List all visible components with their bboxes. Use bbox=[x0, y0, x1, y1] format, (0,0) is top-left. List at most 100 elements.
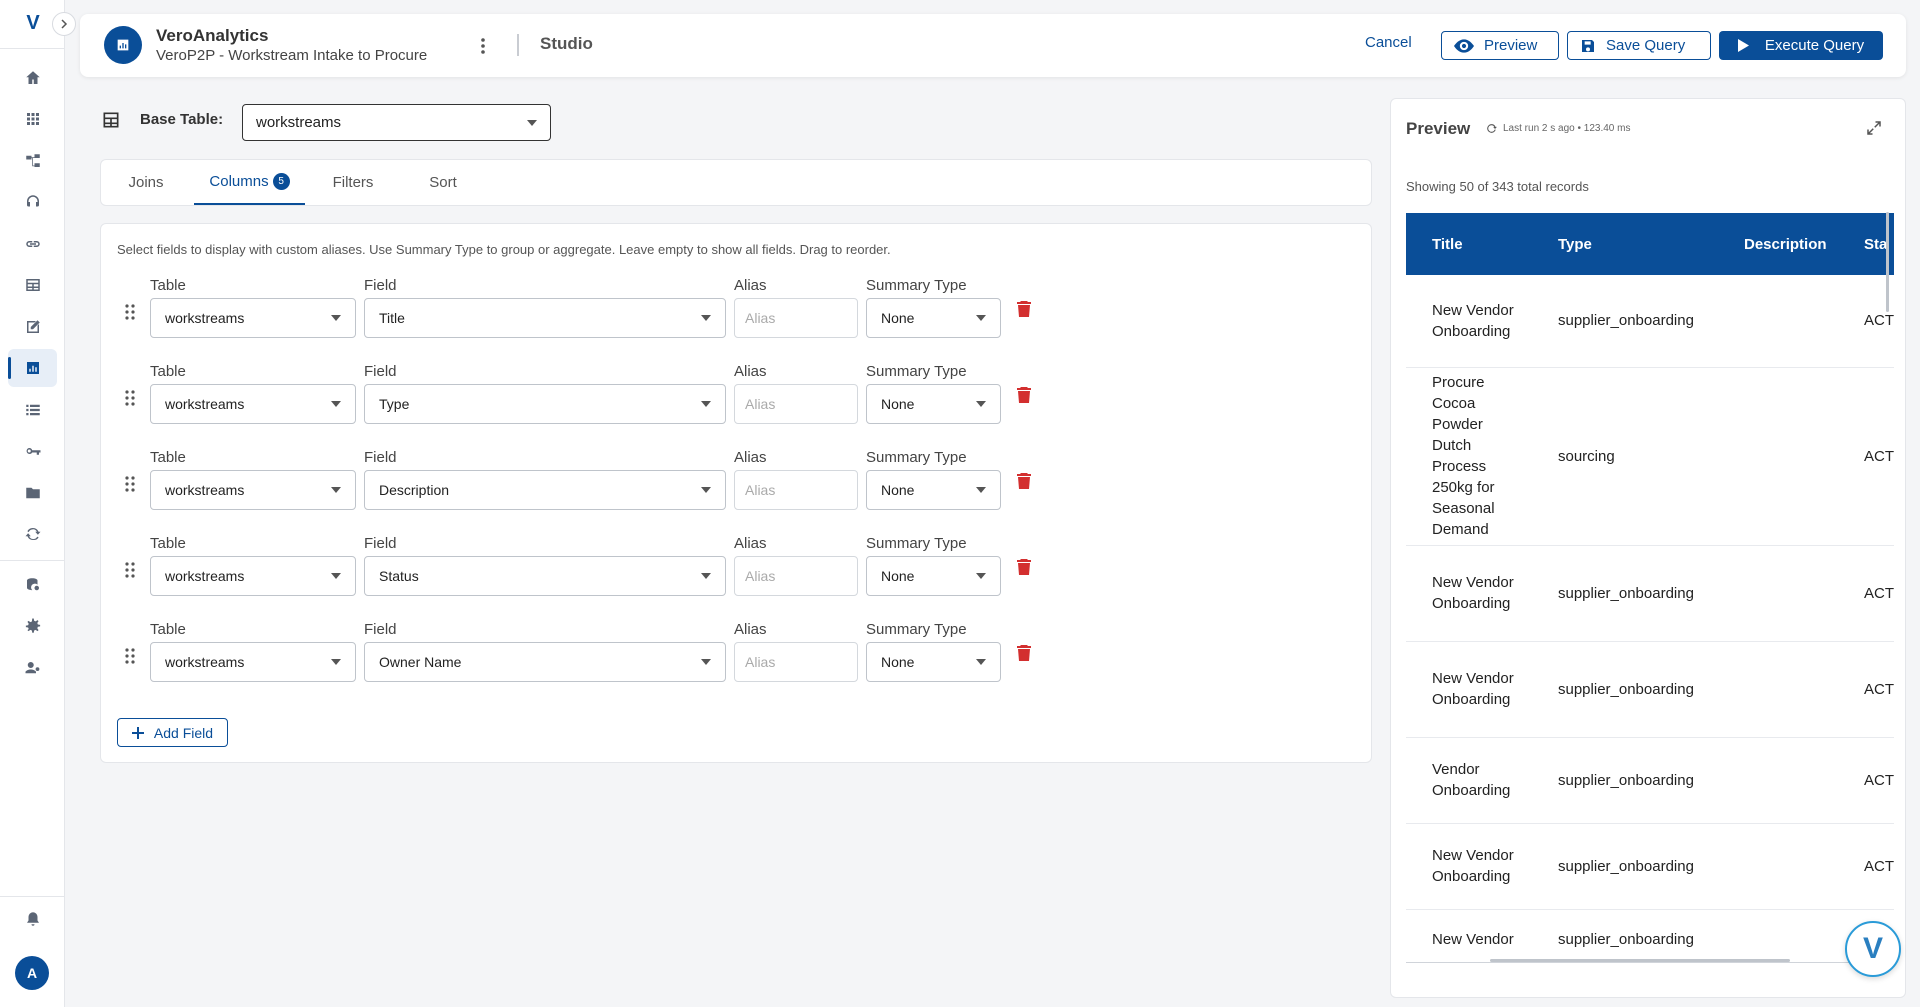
last-run-info: Last run 2 s ago • 123.40 ms bbox=[1485, 122, 1630, 135]
database-settings-icon[interactable] bbox=[8, 566, 57, 604]
table-row[interactable]: Procure Cocoa Powder Dutch Process 250kg… bbox=[1406, 367, 1894, 546]
horizontal-scrollbar[interactable] bbox=[1490, 959, 1790, 962]
alias-input[interactable] bbox=[734, 470, 858, 510]
table-select[interactable]: workstreams bbox=[150, 470, 356, 510]
summary-type-value: None bbox=[881, 654, 915, 670]
base-table-select[interactable]: workstreams bbox=[242, 104, 551, 141]
field-select[interactable]: Owner Name bbox=[364, 642, 726, 682]
refresh-icon[interactable] bbox=[1485, 122, 1498, 135]
cell-type: supplier_onboarding bbox=[1532, 823, 1718, 910]
table-select[interactable]: workstreams bbox=[150, 642, 356, 682]
tab-filters[interactable]: Filters bbox=[323, 160, 383, 205]
table-row[interactable]: New Vendor supplier_onboarding bbox=[1406, 909, 1894, 962]
summary-type-select[interactable]: None bbox=[866, 298, 1001, 338]
vertical-scrollbar[interactable] bbox=[1886, 212, 1889, 312]
apps-icon[interactable] bbox=[8, 100, 57, 138]
table-select[interactable]: workstreams bbox=[150, 298, 356, 338]
summary-type-value: None bbox=[881, 396, 915, 412]
alias-label: Alias bbox=[734, 363, 767, 380]
field-select[interactable]: Status bbox=[364, 556, 726, 596]
alias-input[interactable] bbox=[734, 556, 858, 596]
tab-joins[interactable]: Joins bbox=[116, 160, 176, 205]
key-icon[interactable] bbox=[8, 432, 57, 470]
sync-icon[interactable] bbox=[8, 515, 57, 553]
tab-columns[interactable]: Columns 5 bbox=[194, 160, 305, 205]
header-divider bbox=[517, 34, 519, 56]
add-field-button[interactable]: Add Field bbox=[117, 718, 228, 747]
cell-description bbox=[1718, 737, 1838, 824]
sidebar-expand-button[interactable] bbox=[52, 12, 76, 36]
list-icon[interactable] bbox=[8, 391, 57, 429]
delete-icon[interactable] bbox=[1017, 473, 1031, 489]
field-select[interactable]: Description bbox=[364, 470, 726, 510]
cell-title: New Vendor Onboarding bbox=[1406, 545, 1532, 642]
link-icon[interactable] bbox=[8, 225, 57, 263]
notifications-icon[interactable] bbox=[8, 900, 57, 938]
table-row[interactable]: Vendor Onboarding supplier_onboarding ACT bbox=[1406, 737, 1894, 824]
cell-type: supplier_onboarding bbox=[1532, 545, 1718, 642]
tab-label: Joins bbox=[128, 174, 164, 191]
preview-title: Preview bbox=[1406, 119, 1471, 138]
field-select[interactable]: Title bbox=[364, 298, 726, 338]
table-label: Table bbox=[150, 363, 186, 380]
drag-handle-icon[interactable] bbox=[125, 476, 135, 492]
column-header-title[interactable]: Title bbox=[1406, 213, 1532, 275]
field-select[interactable]: Type bbox=[364, 384, 726, 424]
delete-icon[interactable] bbox=[1017, 559, 1031, 575]
workflow-icon[interactable] bbox=[8, 142, 57, 180]
support-icon[interactable] bbox=[8, 183, 57, 221]
settings-icon[interactable] bbox=[8, 607, 57, 645]
execute-query-button[interactable]: Execute Query bbox=[1719, 31, 1883, 60]
table-select[interactable]: workstreams bbox=[150, 384, 356, 424]
cell-description bbox=[1718, 823, 1838, 910]
summary-type-select[interactable]: None bbox=[866, 384, 1001, 424]
column-header-type[interactable]: Type bbox=[1532, 213, 1718, 275]
user-settings-icon[interactable] bbox=[8, 649, 57, 687]
summary-type-select[interactable]: None bbox=[866, 642, 1001, 682]
expand-icon[interactable] bbox=[1865, 119, 1883, 137]
drag-handle-icon[interactable] bbox=[125, 304, 135, 320]
tab-sort[interactable]: Sort bbox=[418, 160, 468, 205]
table-row[interactable]: New Vendor Onboarding supplier_onboarding… bbox=[1406, 641, 1894, 738]
drag-handle-icon[interactable] bbox=[125, 648, 135, 664]
assistant-button[interactable]: V bbox=[1845, 921, 1901, 977]
field-label: Field bbox=[364, 621, 397, 638]
analytics-icon[interactable] bbox=[8, 349, 57, 387]
delete-icon[interactable] bbox=[1017, 301, 1031, 317]
workflow-subtitle: VeroP2P - Workstream Intake to Procure bbox=[156, 47, 428, 64]
cell-status: ACT bbox=[1838, 545, 1894, 642]
last-run-text: Last run 2 s ago • 123.40 ms bbox=[1503, 123, 1631, 134]
table-select-value: workstreams bbox=[165, 482, 245, 498]
home-icon[interactable] bbox=[8, 59, 57, 97]
save-query-button[interactable]: Save Query bbox=[1567, 31, 1711, 60]
alias-input[interactable] bbox=[734, 384, 858, 424]
column-header-description[interactable]: Description bbox=[1718, 213, 1838, 275]
cell-type: supplier_onboarding bbox=[1532, 737, 1718, 824]
sidebar-divider bbox=[0, 896, 65, 897]
alias-input[interactable] bbox=[734, 298, 858, 338]
summary-type-select[interactable]: None bbox=[866, 470, 1001, 510]
summary-type-select[interactable]: None bbox=[866, 556, 1001, 596]
caret-down-icon bbox=[701, 401, 711, 407]
field-select-value: Status bbox=[379, 568, 419, 584]
brand-logo[interactable]: V bbox=[22, 12, 44, 34]
caret-down-icon bbox=[331, 315, 341, 321]
avatar[interactable]: A bbox=[15, 956, 49, 990]
table-icon[interactable] bbox=[8, 266, 57, 304]
column-config-row: Table Field Alias Summary Type workstreams St… bbox=[101, 535, 1373, 621]
drag-handle-icon[interactable] bbox=[125, 390, 135, 406]
edit-icon[interactable] bbox=[8, 308, 57, 346]
table-row[interactable]: New Vendor Onboarding supplier_onboarding… bbox=[1406, 275, 1894, 368]
cancel-button[interactable]: Cancel bbox=[1365, 34, 1412, 51]
drag-handle-icon[interactable] bbox=[125, 562, 135, 578]
table-select[interactable]: workstreams bbox=[150, 556, 356, 596]
delete-icon[interactable] bbox=[1017, 387, 1031, 403]
more-options-icon[interactable] bbox=[473, 34, 493, 58]
alias-input[interactable] bbox=[734, 642, 858, 682]
sidebar-divider bbox=[0, 560, 65, 561]
table-row[interactable]: New Vendor Onboarding supplier_onboarding… bbox=[1406, 823, 1894, 910]
preview-button[interactable]: Preview bbox=[1441, 31, 1559, 60]
delete-icon[interactable] bbox=[1017, 645, 1031, 661]
folder-icon[interactable] bbox=[8, 474, 57, 512]
table-row[interactable]: New Vendor Onboarding supplier_onboarding… bbox=[1406, 545, 1894, 642]
